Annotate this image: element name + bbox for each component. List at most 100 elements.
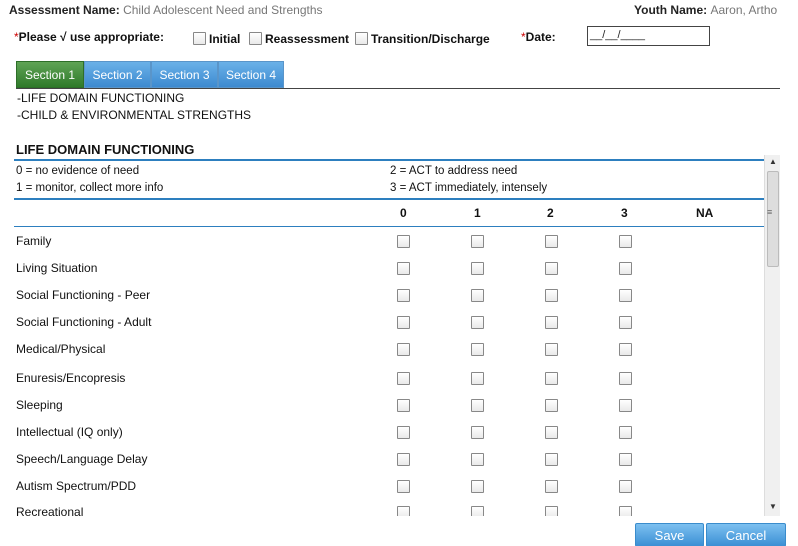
row-label-family: Family bbox=[16, 234, 52, 248]
tab-section-2[interactable]: Section 2 bbox=[84, 61, 151, 88]
rating-checkbox[interactable] bbox=[545, 235, 558, 248]
option-transition-discharge[interactable]: Transition/Discharge bbox=[355, 30, 490, 46]
tab-section-4[interactable]: Section 4 bbox=[218, 61, 284, 88]
date-label-text: Date: bbox=[525, 30, 556, 44]
rating-checkbox[interactable] bbox=[545, 399, 558, 412]
rating-checkbox[interactable] bbox=[545, 316, 558, 329]
legend-rule bbox=[14, 198, 764, 200]
vertical-scrollbar[interactable]: ▲ ≡ ▼ bbox=[764, 155, 780, 516]
rating-checkbox[interactable] bbox=[397, 343, 410, 356]
legend-item: 3 = ACT immediately, intensely bbox=[390, 182, 548, 194]
rating-checkbox[interactable] bbox=[619, 453, 632, 466]
row-label-enuresis: Enuresis/Encopresis bbox=[16, 371, 126, 385]
row-label-living-situation: Living Situation bbox=[16, 261, 98, 275]
save-button[interactable]: Save bbox=[635, 523, 704, 546]
assessment-name-value: Child Adolescent Need and Strengths bbox=[123, 3, 323, 17]
rating-checkbox[interactable] bbox=[471, 262, 484, 275]
tab-divider bbox=[16, 88, 780, 89]
rating-checkbox[interactable] bbox=[471, 506, 484, 516]
option-initial[interactable]: Initial bbox=[193, 30, 240, 46]
rating-checkbox[interactable] bbox=[471, 480, 484, 493]
column-header-rule bbox=[14, 226, 764, 227]
rating-checkbox[interactable] bbox=[619, 289, 632, 302]
rating-checkbox[interactable] bbox=[471, 235, 484, 248]
rating-checkbox[interactable] bbox=[619, 343, 632, 356]
grip-icon: ≡ bbox=[767, 207, 773, 217]
legend-item: 1 = monitor, collect more info bbox=[16, 182, 164, 194]
rating-checkbox[interactable] bbox=[471, 343, 484, 356]
youth-name: Youth Name: Aaron, Artho bbox=[634, 3, 777, 17]
assessment-header: Assessment Name: Child Adolescent Need a… bbox=[0, 0, 798, 20]
rating-checkbox[interactable] bbox=[619, 399, 632, 412]
rating-checkbox[interactable] bbox=[545, 343, 558, 356]
row-label-autism: Autism Spectrum/PDD bbox=[16, 479, 137, 493]
tab-section-3[interactable]: Section 3 bbox=[151, 61, 218, 88]
column-header-na: NA bbox=[696, 206, 714, 220]
initial-label: Initial bbox=[209, 32, 241, 46]
rating-checkbox[interactable] bbox=[471, 289, 484, 302]
youth-name-label: Youth Name: bbox=[634, 3, 708, 17]
section-rule bbox=[14, 159, 764, 161]
cancel-button[interactable]: Cancel bbox=[706, 523, 786, 546]
row-label-speech-language: Speech/Language Delay bbox=[16, 452, 148, 466]
rating-checkbox[interactable] bbox=[545, 426, 558, 439]
section-title: LIFE DOMAIN FUNCTIONING bbox=[16, 142, 195, 157]
rating-checkbox[interactable] bbox=[545, 506, 558, 516]
scroll-down-icon[interactable]: ▼ bbox=[769, 502, 777, 511]
section-list-item: -LIFE DOMAIN FUNCTIONING bbox=[17, 91, 185, 105]
transition-discharge-checkbox[interactable] bbox=[355, 32, 368, 45]
rating-checkbox[interactable] bbox=[397, 480, 410, 493]
assessment-name: Assessment Name: Child Adolescent Need a… bbox=[9, 3, 323, 17]
rating-checkbox[interactable] bbox=[397, 399, 410, 412]
rating-checkbox[interactable] bbox=[471, 372, 484, 385]
rating-checkbox[interactable] bbox=[397, 235, 410, 248]
rating-checkbox[interactable] bbox=[619, 506, 632, 516]
rating-checkbox[interactable] bbox=[619, 372, 632, 385]
rating-checkbox[interactable] bbox=[619, 316, 632, 329]
scroll-up-icon[interactable]: ▲ bbox=[769, 157, 777, 166]
rating-checkbox[interactable] bbox=[397, 372, 410, 385]
rating-checkbox[interactable] bbox=[471, 399, 484, 412]
option-reassessment[interactable]: Reassessment bbox=[249, 30, 349, 46]
rating-checkbox[interactable] bbox=[397, 426, 410, 439]
column-header-0: 0 bbox=[400, 206, 407, 220]
row-label-social-adult: Social Functioning - Adult bbox=[16, 315, 152, 329]
row-label-intellectual: Intellectual (IQ only) bbox=[16, 425, 123, 439]
rating-checkbox[interactable] bbox=[545, 453, 558, 466]
rating-checkbox[interactable] bbox=[619, 262, 632, 275]
scrollbar-thumb[interactable] bbox=[767, 171, 779, 267]
rating-checkbox[interactable] bbox=[471, 426, 484, 439]
date-field[interactable]: __/__/____ bbox=[587, 26, 710, 46]
row-label-sleeping: Sleeping bbox=[16, 398, 63, 412]
reassessment-label: Reassessment bbox=[265, 32, 350, 46]
initial-checkbox[interactable] bbox=[193, 32, 206, 45]
rating-checkbox[interactable] bbox=[397, 506, 410, 516]
rating-checkbox[interactable] bbox=[619, 426, 632, 439]
legend-item: 2 = ACT to address need bbox=[390, 165, 518, 177]
reassessment-checkbox[interactable] bbox=[249, 32, 262, 45]
date-label: *Date: bbox=[521, 30, 556, 44]
rating-checkbox[interactable] bbox=[545, 372, 558, 385]
prompt-text: Please √ use appropriate: bbox=[18, 30, 164, 44]
rating-checkbox[interactable] bbox=[545, 262, 558, 275]
row-label-social-peer: Social Functioning - Peer bbox=[16, 288, 151, 302]
column-header-3: 3 bbox=[621, 206, 628, 220]
rating-checkbox[interactable] bbox=[545, 480, 558, 493]
rating-checkbox[interactable] bbox=[397, 262, 410, 275]
rating-checkbox[interactable] bbox=[619, 235, 632, 248]
rating-checkbox[interactable] bbox=[545, 289, 558, 302]
assessment-type-prompt: *Please √ use appropriate: bbox=[14, 30, 164, 44]
rating-checkbox[interactable] bbox=[397, 316, 410, 329]
rating-checkbox[interactable] bbox=[397, 289, 410, 302]
rating-checkbox[interactable] bbox=[619, 480, 632, 493]
column-header-1: 1 bbox=[474, 206, 481, 220]
clipped-row: Recreational bbox=[0, 500, 764, 516]
rating-checkbox[interactable] bbox=[471, 453, 484, 466]
section-list-item: -CHILD & ENVIRONMENTAL STRENGTHS bbox=[17, 108, 252, 122]
rating-checkbox[interactable] bbox=[397, 453, 410, 466]
rating-checkbox[interactable] bbox=[471, 316, 484, 329]
assessment-name-label: Assessment Name: bbox=[9, 3, 120, 17]
transition-discharge-label: Transition/Discharge bbox=[371, 32, 490, 46]
row-label-medical-physical: Medical/Physical bbox=[16, 342, 106, 356]
tab-section-1[interactable]: Section 1 bbox=[16, 61, 84, 88]
